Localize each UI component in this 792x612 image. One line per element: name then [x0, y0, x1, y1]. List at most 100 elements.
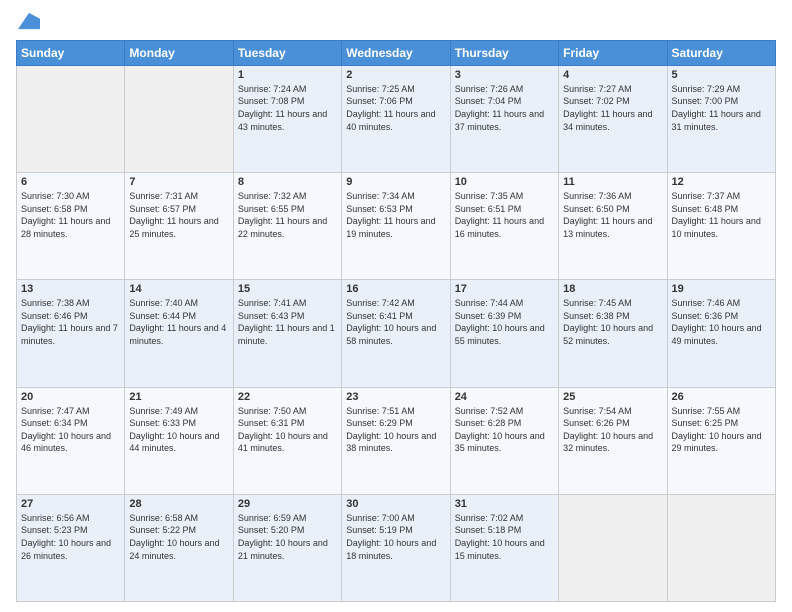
- day-number: 18: [563, 283, 662, 295]
- day-number: 20: [21, 391, 120, 403]
- day-number: 3: [455, 69, 554, 81]
- cell-content: Sunrise: 7:27 AMSunset: 7:02 PMDaylight:…: [563, 83, 662, 133]
- calendar-cell: 13Sunrise: 7:38 AMSunset: 6:46 PMDayligh…: [17, 280, 125, 387]
- day-number: 5: [672, 69, 771, 81]
- cell-content: Sunrise: 7:00 AMSunset: 5:19 PMDaylight:…: [346, 512, 445, 562]
- cell-content: Sunrise: 7:37 AMSunset: 6:48 PMDaylight:…: [672, 190, 771, 240]
- calendar-cell: 21 Sunrise: 7:49 AMSunset: 6:33 PMDayligh…: [125, 387, 233, 494]
- day-number: 30: [346, 498, 445, 510]
- calendar-cell: 20 Sunrise: 7:47 AMSunset: 6:34 PMDayligh…: [17, 387, 125, 494]
- page: SundayMondayTuesdayWednesdayThursdayFrid…: [0, 0, 792, 612]
- day-number: 15: [238, 283, 337, 295]
- logo: [16, 12, 40, 32]
- calendar-week: 13Sunrise: 7:38 AMSunset: 6:46 PMDayligh…: [17, 280, 776, 387]
- cell-content: Sunrise: 7:55 AMSunset: 6:25 PMDaylight:…: [672, 405, 771, 455]
- cell-content: Sunrise: 7:24 AMSunset: 7:08 PMDaylight:…: [238, 83, 337, 133]
- calendar-cell: [17, 65, 125, 172]
- cell-content: Sunrise: 6:59 AMSunset: 5:20 PMDaylight:…: [238, 512, 337, 562]
- calendar-week: 1 Sunrise: 7:24 AMSunset: 7:08 PMDaylight…: [17, 65, 776, 172]
- calendar-cell: 30 Sunrise: 7:00 AMSunset: 5:19 PMDayligh…: [342, 494, 450, 601]
- calendar-cell: 8Sunrise: 7:32 AMSunset: 6:55 PMDaylight…: [233, 173, 341, 280]
- day-number: 11: [563, 176, 662, 188]
- day-number: 22: [238, 391, 337, 403]
- calendar-cell: 9 Sunrise: 7:34 AMSunset: 6:53 PMDaylight…: [342, 173, 450, 280]
- cell-content: Sunrise: 7:44 AMSunset: 6:39 PMDaylight:…: [455, 297, 554, 347]
- cell-content: Sunrise: 7:26 AMSunset: 7:04 PMDaylight:…: [455, 83, 554, 133]
- calendar-cell: 19 Sunrise: 7:46 AMSunset: 6:36 PMDayligh…: [667, 280, 775, 387]
- weekday-header: Thursday: [450, 40, 558, 65]
- day-number: 8: [238, 176, 337, 188]
- day-number: 10: [455, 176, 554, 188]
- calendar-cell: 2 Sunrise: 7:25 AMSunset: 7:06 PMDaylight…: [342, 65, 450, 172]
- cell-content: Sunrise: 7:51 AMSunset: 6:29 PMDaylight:…: [346, 405, 445, 455]
- calendar-cell: 16 Sunrise: 7:42 AMSunset: 6:41 PMDayligh…: [342, 280, 450, 387]
- calendar-cell: 27 Sunrise: 6:56 AMSunset: 5:23 PMDayligh…: [17, 494, 125, 601]
- cell-content: Sunrise: 7:46 AMSunset: 6:36 PMDaylight:…: [672, 297, 771, 347]
- cell-content: Sunrise: 7:47 AMSunset: 6:34 PMDaylight:…: [21, 405, 120, 455]
- day-number: 2: [346, 69, 445, 81]
- weekday-header: Wednesday: [342, 40, 450, 65]
- day-number: 27: [21, 498, 120, 510]
- day-number: 23: [346, 391, 445, 403]
- cell-content: Sunrise: 7:49 AMSunset: 6:33 PMDaylight:…: [129, 405, 228, 455]
- cell-content: Sunrise: 6:58 AMSunset: 5:22 PMDaylight:…: [129, 512, 228, 562]
- day-number: 12: [672, 176, 771, 188]
- day-number: 21: [129, 391, 228, 403]
- day-number: 26: [672, 391, 771, 403]
- calendar-cell: [559, 494, 667, 601]
- calendar-cell: 29 Sunrise: 6:59 AMSunset: 5:20 PMDayligh…: [233, 494, 341, 601]
- header-row: SundayMondayTuesdayWednesdayThursdayFrid…: [17, 40, 776, 65]
- calendar-cell: 17Sunrise: 7:44 AMSunset: 6:39 PMDayligh…: [450, 280, 558, 387]
- day-number: 19: [672, 283, 771, 295]
- day-number: 14: [129, 283, 228, 295]
- cell-content: Sunrise: 7:29 AMSunset: 7:00 PMDaylight:…: [672, 83, 771, 133]
- day-number: 9: [346, 176, 445, 188]
- calendar-cell: 6 Sunrise: 7:30 AMSunset: 6:58 PMDaylight…: [17, 173, 125, 280]
- day-number: 29: [238, 498, 337, 510]
- calendar-cell: 26 Sunrise: 7:55 AMSunset: 6:25 PMDayligh…: [667, 387, 775, 494]
- cell-content: Sunrise: 7:25 AMSunset: 7:06 PMDaylight:…: [346, 83, 445, 133]
- cell-content: Sunrise: 7:02 AMSunset: 5:18 PMDaylight:…: [455, 512, 554, 562]
- cell-content: Sunrise: 6:56 AMSunset: 5:23 PMDaylight:…: [21, 512, 120, 562]
- day-number: 6: [21, 176, 120, 188]
- cell-content: Sunrise: 7:31 AMSunset: 6:57 PMDaylight:…: [129, 190, 228, 240]
- day-number: 31: [455, 498, 554, 510]
- logo-icon: [18, 12, 40, 30]
- calendar-cell: [125, 65, 233, 172]
- calendar-cell: 25Sunrise: 7:54 AMSunset: 6:26 PMDayligh…: [559, 387, 667, 494]
- weekday-header: Monday: [125, 40, 233, 65]
- day-number: 16: [346, 283, 445, 295]
- day-number: 1: [238, 69, 337, 81]
- cell-content: Sunrise: 7:41 AMSunset: 6:43 PMDaylight:…: [238, 297, 337, 347]
- header: [16, 12, 776, 32]
- day-number: 24: [455, 391, 554, 403]
- cell-content: Sunrise: 7:42 AMSunset: 6:41 PMDaylight:…: [346, 297, 445, 347]
- calendar-week: 20 Sunrise: 7:47 AMSunset: 6:34 PMDayligh…: [17, 387, 776, 494]
- day-number: 7: [129, 176, 228, 188]
- weekday-header: Tuesday: [233, 40, 341, 65]
- calendar-cell: 12 Sunrise: 7:37 AMSunset: 6:48 PMDayligh…: [667, 173, 775, 280]
- weekday-header: Friday: [559, 40, 667, 65]
- calendar-cell: 11 Sunrise: 7:36 AMSunset: 6:50 PMDayligh…: [559, 173, 667, 280]
- cell-content: Sunrise: 7:54 AMSunset: 6:26 PMDaylight:…: [563, 405, 662, 455]
- calendar-cell: 31 Sunrise: 7:02 AMSunset: 5:18 PMDayligh…: [450, 494, 558, 601]
- calendar-cell: 24 Sunrise: 7:52 AMSunset: 6:28 PMDayligh…: [450, 387, 558, 494]
- day-number: 28: [129, 498, 228, 510]
- calendar: SundayMondayTuesdayWednesdayThursdayFrid…: [16, 40, 776, 602]
- cell-content: Sunrise: 7:45 AMSunset: 6:38 PMDaylight:…: [563, 297, 662, 347]
- calendar-week: 6 Sunrise: 7:30 AMSunset: 6:58 PMDaylight…: [17, 173, 776, 280]
- calendar-cell: 10Sunrise: 7:35 AMSunset: 6:51 PMDayligh…: [450, 173, 558, 280]
- calendar-cell: 18 Sunrise: 7:45 AMSunset: 6:38 PMDayligh…: [559, 280, 667, 387]
- weekday-header: Sunday: [17, 40, 125, 65]
- calendar-cell: [667, 494, 775, 601]
- calendar-cell: 14Sunrise: 7:40 AMSunset: 6:44 PMDayligh…: [125, 280, 233, 387]
- calendar-cell: 1 Sunrise: 7:24 AMSunset: 7:08 PMDaylight…: [233, 65, 341, 172]
- calendar-cell: 23 Sunrise: 7:51 AMSunset: 6:29 PMDayligh…: [342, 387, 450, 494]
- cell-content: Sunrise: 7:30 AMSunset: 6:58 PMDaylight:…: [21, 190, 120, 240]
- calendar-cell: 15 Sunrise: 7:41 AMSunset: 6:43 PMDayligh…: [233, 280, 341, 387]
- cell-content: Sunrise: 7:36 AMSunset: 6:50 PMDaylight:…: [563, 190, 662, 240]
- day-number: 4: [563, 69, 662, 81]
- cell-content: Sunrise: 7:52 AMSunset: 6:28 PMDaylight:…: [455, 405, 554, 455]
- cell-content: Sunrise: 7:34 AMSunset: 6:53 PMDaylight:…: [346, 190, 445, 240]
- calendar-cell: 28 Sunrise: 6:58 AMSunset: 5:22 PMDayligh…: [125, 494, 233, 601]
